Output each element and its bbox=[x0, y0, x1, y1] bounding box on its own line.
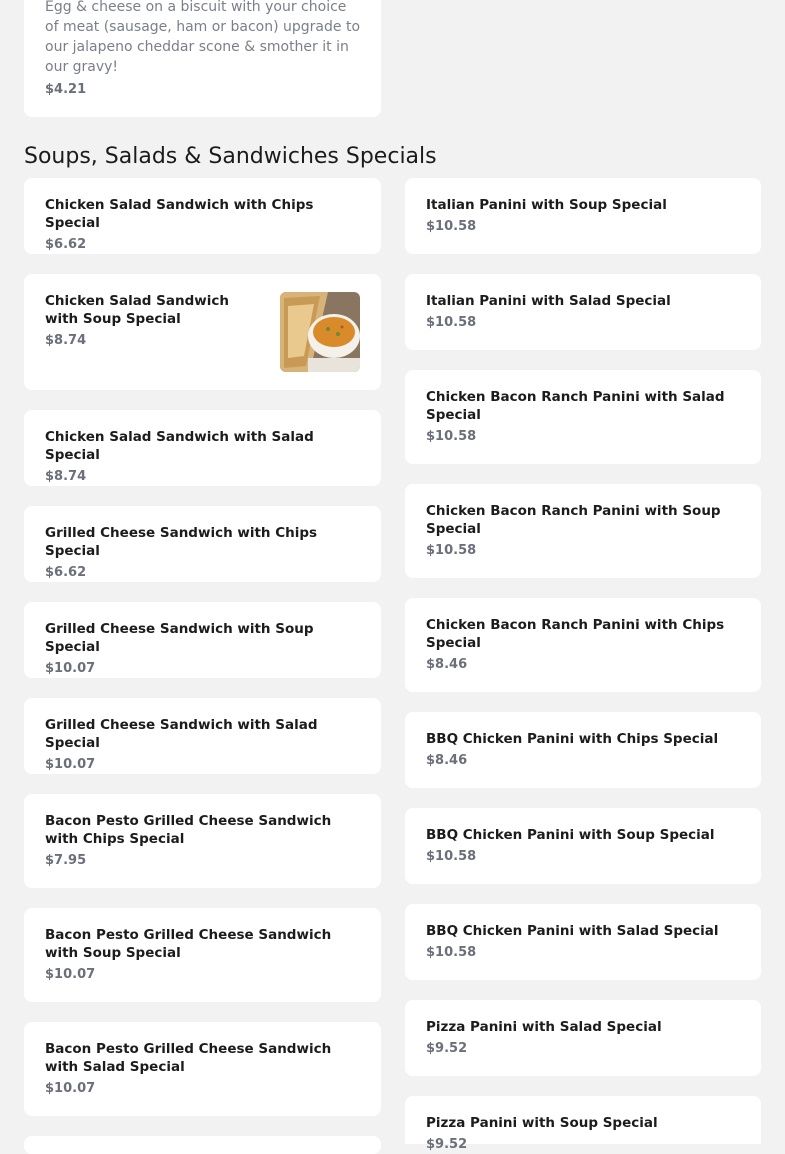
item-name: Grilled Cheese Sandwich with Soup Specia… bbox=[45, 621, 314, 655]
menu-item-card[interactable]: Chicken Salad Sandwich with Soup Special… bbox=[24, 274, 381, 390]
item-name: BBQ Chicken Panini with Soup Special bbox=[426, 827, 715, 843]
item-price: $10.07 bbox=[45, 1081, 96, 1096]
menu-item-card[interactable]: Chicken Bacon Ranch Panini with Chips Sp… bbox=[405, 598, 761, 692]
menu-item-card[interactable]: Bacon Pesto Grilled Cheese Sandwich with… bbox=[24, 908, 381, 1002]
menu-item-card-breakfast[interactable]: Egg & cheese on a biscuit with your choi… bbox=[24, 0, 381, 117]
item-price: $10.07 bbox=[45, 967, 96, 982]
item-price: $9.52 bbox=[426, 1041, 468, 1056]
item-price: $10.58 bbox=[426, 219, 477, 234]
menu-item-card[interactable]: Grilled Cheese Sandwich with Chips Speci… bbox=[24, 506, 381, 582]
item-name: Bacon Pesto Grilled Cheese Sandwich with… bbox=[45, 1041, 332, 1075]
item-price: $8.46 bbox=[426, 753, 468, 768]
section-heading: Soups, Salads & Sandwiches Specials bbox=[24, 144, 437, 169]
menu-item-card[interactable]: Italian Panini with Soup Special $10.58 bbox=[405, 178, 761, 254]
menu-item-card[interactable]: Bacon Pesto Grilled Cheese Sandwich with… bbox=[24, 794, 381, 888]
menu-item-card[interactable]: Grilled Cheese Sandwich with Salad Speci… bbox=[24, 698, 381, 774]
menu-item-card[interactable]: Chicken Salad Sandwich with Salad Specia… bbox=[24, 410, 381, 486]
item-price: $10.07 bbox=[45, 661, 96, 676]
item-price: $7.95 bbox=[45, 853, 87, 868]
item-price: $4.21 bbox=[45, 82, 87, 97]
item-name: Chicken Salad Sandwich with Salad Specia… bbox=[45, 429, 314, 463]
item-price: $6.62 bbox=[45, 237, 87, 252]
item-name: Grilled Cheese Sandwich with Chips Speci… bbox=[45, 525, 318, 559]
menu-item-card[interactable]: Pizza Panini with Soup Special $9.52 bbox=[405, 1096, 761, 1152]
item-price: $10.58 bbox=[426, 543, 477, 558]
menu-item-card[interactable]: Chicken Bacon Ranch Panini with Soup Spe… bbox=[405, 484, 761, 578]
item-name: Bacon Pesto Grilled Cheese Sandwich with… bbox=[45, 927, 332, 961]
item-price: $8.46 bbox=[426, 657, 468, 672]
item-name: Chicken Bacon Ranch Panini with Soup Spe… bbox=[426, 503, 721, 537]
menu-item-card-partial[interactable] bbox=[24, 1136, 381, 1154]
item-name: Chicken Bacon Ranch Panini with Chips Sp… bbox=[426, 617, 725, 651]
item-name: Pizza Panini with Soup Special bbox=[426, 1115, 658, 1131]
item-price: $10.07 bbox=[45, 757, 96, 772]
menu-item-card[interactable]: Bacon Pesto Grilled Cheese Sandwich with… bbox=[24, 1022, 381, 1116]
item-price: $10.58 bbox=[426, 849, 477, 864]
item-name: Pizza Panini with Salad Special bbox=[426, 1019, 662, 1035]
item-name: Chicken Salad Sandwich with Chips Specia… bbox=[45, 197, 314, 231]
item-name: Chicken Bacon Ranch Panini with Salad Sp… bbox=[426, 389, 725, 423]
menu-item-card[interactable]: BBQ Chicken Panini with Soup Special $10… bbox=[405, 808, 761, 884]
item-price: $10.58 bbox=[426, 429, 477, 444]
item-name: BBQ Chicken Panini with Salad Special bbox=[426, 923, 719, 939]
menu-item-card[interactable]: Chicken Bacon Ranch Panini with Salad Sp… bbox=[405, 370, 761, 464]
item-price: $9.52 bbox=[426, 1137, 468, 1152]
item-name: Grilled Cheese Sandwich with Salad Speci… bbox=[45, 717, 318, 751]
menu-item-card[interactable]: BBQ Chicken Panini with Salad Special $1… bbox=[405, 904, 761, 980]
item-name: Italian Panini with Salad Special bbox=[426, 293, 671, 309]
item-name: Chicken Salad Sandwich with Soup Special bbox=[45, 293, 229, 327]
item-price: $10.58 bbox=[426, 945, 477, 960]
menu-item-card[interactable]: BBQ Chicken Panini with Chips Special $8… bbox=[405, 712, 761, 788]
item-price: $6.62 bbox=[45, 565, 87, 580]
item-name: Italian Panini with Soup Special bbox=[426, 197, 667, 213]
item-name: Bacon Pesto Grilled Cheese Sandwich with… bbox=[45, 813, 332, 847]
item-photo-soup-sandwich bbox=[280, 292, 360, 372]
menu-item-card[interactable]: Chicken Salad Sandwich with Chips Specia… bbox=[24, 178, 381, 254]
menu-item-card[interactable]: Italian Panini with Salad Special $10.58 bbox=[405, 274, 761, 350]
menu-item-card[interactable]: Pizza Panini with Salad Special $9.52 bbox=[405, 1000, 761, 1076]
item-description: Egg & cheese on a biscuit with your choi… bbox=[45, 0, 361, 75]
menu-item-card[interactable]: Grilled Cheese Sandwich with Soup Specia… bbox=[24, 602, 381, 678]
item-price: $10.58 bbox=[426, 315, 477, 330]
item-name: BBQ Chicken Panini with Chips Special bbox=[426, 731, 719, 747]
item-price: $8.74 bbox=[45, 469, 87, 484]
